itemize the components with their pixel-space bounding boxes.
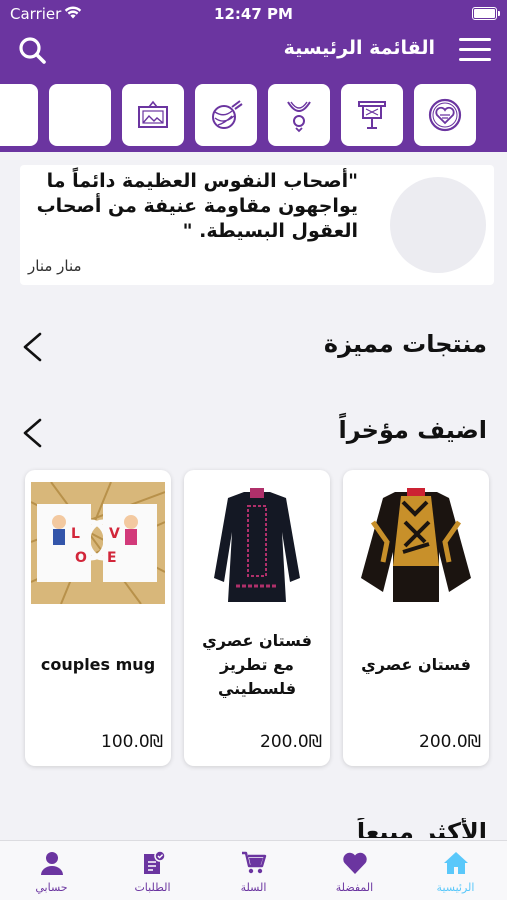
chevron-left-icon[interactable] xyxy=(20,332,44,362)
category-more[interactable] xyxy=(49,84,111,146)
embroidery-hoop-heart-icon xyxy=(428,98,462,132)
recent-section-header[interactable]: اضيف مؤخراً xyxy=(0,412,507,452)
status-time: 12:47 PM xyxy=(214,5,293,23)
tab-label: المفضلة xyxy=(335,881,374,894)
cart-icon xyxy=(241,851,266,874)
tab-cart[interactable]: السلة xyxy=(203,849,304,894)
status-bar: Carrier 12:47 PM xyxy=(0,0,507,28)
tab-home[interactable]: الرئيسية xyxy=(405,849,506,894)
tab-account[interactable]: حسابي xyxy=(1,849,102,894)
necklace-icon xyxy=(287,101,311,133)
home-icon xyxy=(443,852,468,874)
category-crochet[interactable] xyxy=(195,84,257,146)
category-strip[interactable] xyxy=(0,84,507,148)
tab-label: الرئيسية xyxy=(436,881,475,894)
yarn-ball-icon xyxy=(212,100,243,129)
tab-bar: الرئيسية المفضلة السلة الطلبات حسابي xyxy=(0,840,507,900)
search-icon[interactable] xyxy=(16,34,50,68)
product-price: 200.0₪ xyxy=(419,732,481,752)
orders-icon xyxy=(143,850,166,874)
tab-label: السلة xyxy=(240,881,267,894)
quote-text: "أصحاب النفوس العظيمة دائماً ما يواجهون … xyxy=(36,170,358,242)
page-title: القائمة الرئيسية xyxy=(283,37,435,59)
product-card[interactable]: فستان عصري مع تطريز فلسطيني 200.0₪ xyxy=(184,470,330,766)
quote-author: منار منار xyxy=(28,257,82,275)
featured-section-header[interactable]: منتجات مميزة xyxy=(0,326,507,366)
tab-label: الطلبات xyxy=(134,881,171,894)
nav-bar: القائمة الرئيسية xyxy=(0,28,507,72)
category-embroidery[interactable] xyxy=(414,84,476,146)
tab-label: حسابي xyxy=(35,881,68,894)
section-title-partial: الأكثر مبيعاً xyxy=(356,818,487,838)
section-title-featured: منتجات مميزة xyxy=(323,330,487,358)
product-price: 100.0₪ xyxy=(101,732,163,752)
section-title-recent: اضيف مؤخراً xyxy=(338,416,487,444)
svg-text:L: L xyxy=(71,526,80,542)
tapestry-frame-icon xyxy=(358,101,386,129)
patterned-dress-photo xyxy=(349,482,483,604)
heart-icon xyxy=(342,852,367,874)
category-frames[interactable] xyxy=(122,84,184,146)
app-header: Carrier 12:47 PM القائمة الرئيسية xyxy=(0,0,507,152)
category-accessories[interactable] xyxy=(268,84,330,146)
menu-icon[interactable] xyxy=(459,38,491,64)
category-partial[interactable] xyxy=(0,84,38,146)
tab-orders[interactable]: الطلبات xyxy=(102,849,203,894)
product-card[interactable]: فستان عصري 200.0₪ xyxy=(343,470,489,766)
tab-favorites[interactable]: المفضلة xyxy=(304,849,405,894)
product-name: couples mug xyxy=(40,655,156,674)
category-tapestry[interactable] xyxy=(341,84,403,146)
product-card[interactable]: L V O E couples mug 100.0₪ xyxy=(25,470,171,766)
avatar xyxy=(390,177,486,273)
picture-frame-icon xyxy=(138,100,168,128)
quote-card: "أصحاب النفوس العظيمة دائماً ما يواجهون … xyxy=(20,165,494,285)
svg-text:E: E xyxy=(107,550,117,566)
product-name: فستان عصري مع تطريز فلسطيني xyxy=(202,631,312,698)
product-price: 200.0₪ xyxy=(260,732,322,752)
svg-text:V: V xyxy=(109,526,120,542)
product-name: فستان عصري xyxy=(361,655,471,674)
battery-icon xyxy=(472,7,500,20)
svg-text:O: O xyxy=(75,550,87,566)
profile-icon xyxy=(40,852,63,875)
chevron-left-icon[interactable] xyxy=(20,418,44,448)
couples-mugs-photo: L V O E xyxy=(31,482,165,604)
embroidered-dress-photo xyxy=(190,482,324,604)
